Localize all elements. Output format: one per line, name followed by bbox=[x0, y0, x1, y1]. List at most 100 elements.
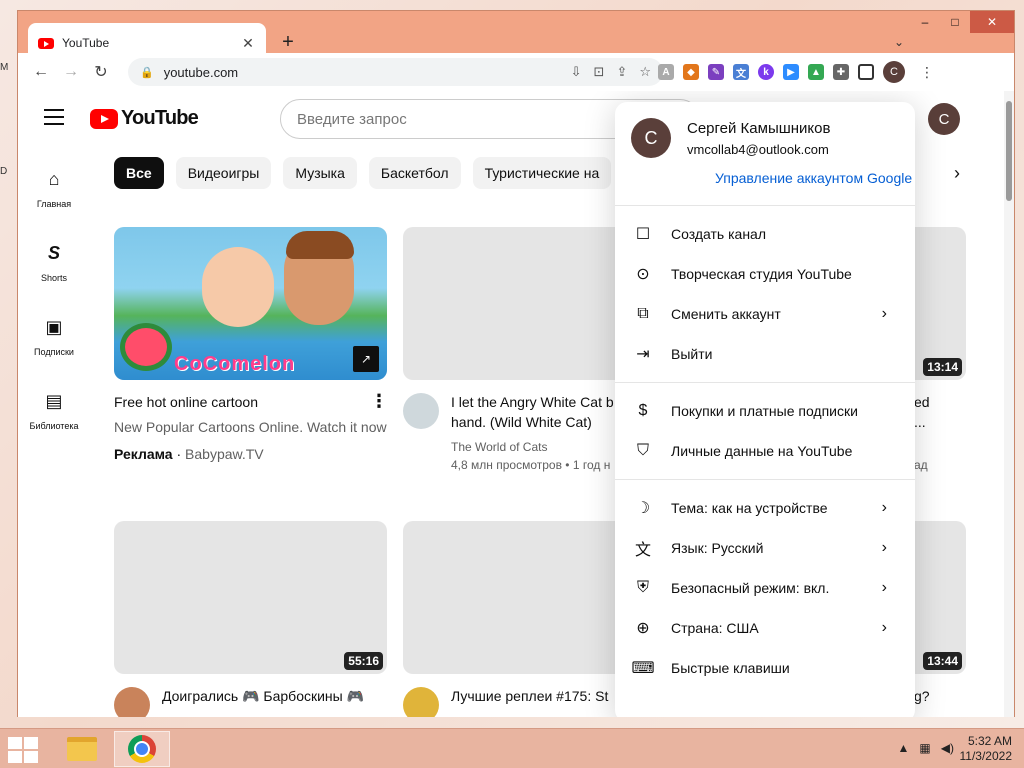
folder-icon bbox=[67, 737, 97, 761]
youtube-logo-text: YouTube bbox=[121, 107, 199, 129]
desktop-icon-edge[interactable]: M bbox=[0, 62, 12, 76]
k-extension-icon[interactable]: k bbox=[758, 64, 774, 80]
video-title-line[interactable]: ... bbox=[914, 412, 926, 432]
library-icon: ▤ bbox=[45, 391, 63, 411]
video-thumbnail[interactable]: 55:16 bbox=[114, 521, 387, 674]
system-tray: ▲ ▦ ◀) bbox=[898, 741, 954, 755]
video-title[interactable]: g? bbox=[914, 686, 930, 706]
tray-expand-icon[interactable]: ▲ bbox=[898, 741, 910, 755]
taskbar-clock[interactable]: 5:32 AM 11/3/2022 bbox=[960, 734, 1013, 764]
cocomelon-logo-icon bbox=[120, 323, 172, 371]
share-icon[interactable]: ⇪ bbox=[616, 64, 627, 80]
extension-pen-icon[interactable]: ✎ bbox=[708, 64, 724, 80]
browser-menu-icon[interactable]: ⋮ bbox=[920, 64, 934, 81]
menu-item-your-data[interactable]: ⛉ Личные данные на YouTube bbox=[615, 431, 915, 471]
chip-basketball[interactable]: Баскетбол bbox=[368, 157, 461, 189]
taskbar-chrome[interactable] bbox=[114, 731, 170, 767]
guide-item-subscriptions[interactable]: ▣ Подписки bbox=[18, 303, 90, 377]
video-title-line[interactable]: ed bbox=[914, 392, 930, 412]
lock-icon[interactable]: 🔒 bbox=[140, 66, 154, 79]
open-external-icon[interactable]: ↗ bbox=[353, 346, 379, 372]
tab-search-button[interactable]: ⌄ bbox=[894, 35, 904, 49]
side-panel-icon[interactable] bbox=[858, 64, 874, 80]
chip-all[interactable]: Все bbox=[114, 157, 164, 189]
guide-item-shorts[interactable]: S Shorts bbox=[18, 229, 90, 303]
youtube-play-icon bbox=[90, 108, 118, 129]
video-title[interactable]: Доигрались 🎮 Барбоскины 🎮 bbox=[162, 686, 364, 706]
desktop-icon-edge-2[interactable]: D bbox=[0, 166, 12, 180]
menu-item-location[interactable]: ⊕ Страна: США › bbox=[615, 608, 915, 648]
ad-description: New Popular Cartoons Online. Watch it no… bbox=[114, 419, 387, 435]
translate-extension-icon[interactable]: 文 bbox=[733, 64, 749, 80]
channel-avatar[interactable] bbox=[403, 393, 439, 429]
chevron-right-icon: › bbox=[881, 579, 887, 596]
back-button[interactable]: ← bbox=[26, 63, 56, 81]
sign-out-icon: ⇥ bbox=[636, 346, 650, 363]
account-header: C Сергей Камышников vmcollab4@outlook.co… bbox=[615, 102, 915, 206]
reload-button[interactable]: ↻ bbox=[86, 62, 116, 82]
menu-item-create-channel[interactable]: ☐ Создать канал bbox=[615, 214, 915, 254]
youtube-favicon-icon bbox=[38, 37, 54, 49]
menu-item-studio[interactable]: ⊙ Творческая студия YouTube bbox=[615, 254, 915, 294]
video-title-line[interactable]: I let the Angry White Cat b bbox=[451, 392, 614, 412]
video-meta: 4,8 млн просмотров • 1 год н bbox=[451, 458, 611, 472]
channel-avatar[interactable] bbox=[403, 687, 439, 717]
tab-close-icon[interactable]: ✕ bbox=[240, 35, 256, 52]
volume-icon[interactable]: ◀) bbox=[941, 741, 954, 755]
moon-icon: ☽ bbox=[635, 500, 651, 517]
puzzle-extensions-icon[interactable]: ✚ bbox=[833, 64, 849, 80]
forward-button[interactable]: → bbox=[56, 63, 86, 81]
menu-item-sign-out[interactable]: ⇥ Выйти bbox=[615, 334, 915, 374]
zoom-extension-icon[interactable]: ▶ bbox=[783, 64, 799, 80]
ad-advertiser[interactable]: Babypaw.TV bbox=[185, 446, 264, 462]
extension-a-icon[interactable]: A bbox=[658, 64, 674, 80]
ad-separator: · bbox=[176, 446, 182, 462]
menu-item-label: Безопасный режим: вкл. bbox=[671, 580, 830, 596]
home-icon: ⌂ bbox=[48, 169, 60, 189]
address-bar[interactable]: 🔒 youtube.com ⇩ ⊡ ⇪ ☆ bbox=[128, 58, 663, 86]
account-section-1: ☐ Создать канал ⊙ Творческая студия YouT… bbox=[615, 206, 915, 383]
menu-item-theme[interactable]: ☽ Тема: как на устройстве › bbox=[615, 488, 915, 528]
chip-travel[interactable]: Туристические на bbox=[472, 157, 612, 189]
chip-music[interactable]: Музыка bbox=[283, 157, 357, 189]
new-tab-button[interactable]: + bbox=[276, 31, 300, 54]
install-icon[interactable]: ⇩ bbox=[571, 64, 582, 80]
scrollbar-thumb[interactable] bbox=[1006, 101, 1012, 201]
menu-item-restricted-mode[interactable]: ⛨ Безопасный режим: вкл. › bbox=[615, 568, 915, 608]
chips-next-chevron-icon[interactable]: › bbox=[954, 163, 960, 184]
video-title[interactable]: Лучшие реплеи #175: St bbox=[451, 686, 608, 706]
url-text[interactable]: youtube.com bbox=[164, 65, 571, 80]
channel-avatar[interactable] bbox=[114, 687, 150, 717]
chip-videogames[interactable]: Видеоигры bbox=[175, 157, 272, 189]
taskbar-file-explorer[interactable] bbox=[54, 731, 110, 767]
account-section-3: ☽ Тема: как на устройстве › 文 Язык: Русс… bbox=[615, 480, 915, 696]
guide-item-library[interactable]: ▤ Библиотека bbox=[18, 377, 90, 451]
menu-item-keyboard-shortcuts[interactable]: ⌨ Быстрые клавиши bbox=[615, 648, 915, 688]
google-drive-icon[interactable]: ▲ bbox=[808, 64, 824, 80]
page-scrollbar[interactable] bbox=[1004, 91, 1014, 717]
header-avatar[interactable]: C bbox=[928, 103, 960, 135]
extensions-area: A ◆ ✎ 文 k ▶ ▲ ✚ C ⋮ bbox=[658, 58, 934, 86]
guide-item-home[interactable]: ⌂ Главная bbox=[18, 155, 90, 229]
windows-start-icon[interactable] bbox=[8, 737, 38, 763]
bookmark-star-icon[interactable]: ☆ bbox=[639, 64, 651, 80]
hamburger-menu-icon[interactable] bbox=[44, 109, 64, 125]
menu-item-label: Создать канал bbox=[671, 226, 766, 242]
account-name: Сергей Камышников bbox=[687, 120, 831, 137]
menu-item-purchases[interactable]: $ Покупки и платные подписки bbox=[615, 391, 915, 431]
youtube-page: YouTube Введите запрос C ⌂ Главная S Sho… bbox=[18, 91, 1006, 717]
video-title-line[interactable]: hand. (Wild White Cat) bbox=[451, 412, 592, 432]
translate-icon[interactable]: ⊡ bbox=[594, 64, 605, 80]
video-channel[interactable]: The World of Cats bbox=[451, 438, 547, 456]
more-options-icon[interactable]: ⋮ bbox=[370, 391, 388, 412]
ad-thumbnail[interactable]: CoComelon ↗ bbox=[114, 227, 387, 380]
menu-item-language[interactable]: 文 Язык: Русский › bbox=[615, 528, 915, 568]
browser-profile-avatar[interactable]: C bbox=[883, 61, 905, 83]
manage-account-link[interactable]: Управление аккаунтом Google bbox=[715, 170, 912, 186]
network-icon[interactable]: ▦ bbox=[919, 741, 930, 755]
menu-item-switch-account[interactable]: ⧉ Сменить аккаунт › bbox=[615, 294, 915, 334]
ad-title[interactable]: Free hot online cartoon bbox=[114, 392, 258, 412]
metamask-fox-icon[interactable]: ◆ bbox=[683, 64, 699, 80]
browser-window: – □ ✕ YouTube ✕ + ⌄ ← → ↻ 🔒 youtube.com … bbox=[17, 10, 1015, 717]
youtube-logo[interactable]: YouTube bbox=[90, 107, 199, 130]
